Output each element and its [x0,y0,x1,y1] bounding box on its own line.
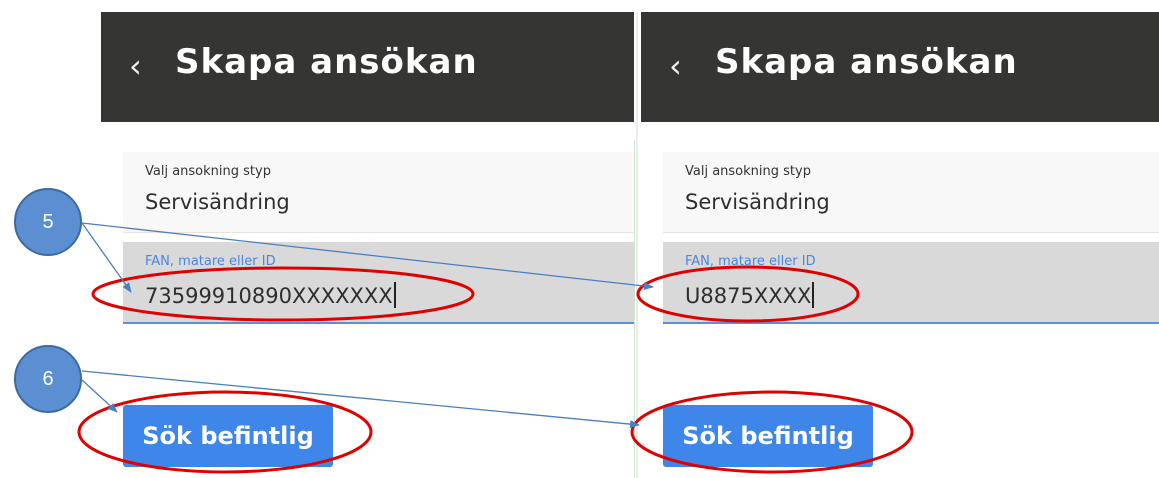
text-caret [812,282,815,308]
search-existing-button[interactable]: Sök befintlig [663,405,873,467]
page-title: Skapa ansökan [175,42,478,82]
application-type-select[interactable]: Valj ansokning styp Servisändring [663,152,1159,233]
id-input-value-wrap: U8875XXXX [685,282,815,308]
left-panel: ‹ Skapa ansökan Valj ansokning styp Serv… [101,12,634,478]
id-input-label: FAN, matare eller ID [145,254,276,269]
app-header: ‹ Skapa ansökan [101,12,634,122]
app-header: ‹ Skapa ansökan [641,12,1159,122]
application-type-label: Valj ansokning styp [145,164,271,179]
application-type-value: Servisändring [685,190,830,214]
panel-divider-accent [634,140,635,478]
id-input-label: FAN, matare eller ID [685,254,816,269]
id-input-value: 73599910890XXXXXXX [145,284,393,308]
id-input-value: U8875XXXX [685,284,812,308]
id-input-field[interactable]: FAN, matare eller ID 73599910890XXXXXXX [123,242,634,324]
panel-divider [636,12,638,478]
id-input-value-wrap: 73599910890XXXXXXX [145,282,396,308]
right-panel: ‹ Skapa ansökan Valj ansokning styp Serv… [641,12,1159,478]
search-existing-button[interactable]: Sök befintlig [123,405,333,467]
chevron-left-icon[interactable]: ‹ [669,48,682,84]
step-marker-5: 5 [14,188,82,256]
application-type-select[interactable]: Valj ansokning styp Servisändring [123,152,634,233]
application-type-label: Valj ansokning styp [685,164,811,179]
step-marker-6: 6 [14,345,82,413]
id-input-field[interactable]: FAN, matare eller ID U8875XXXX [663,242,1159,324]
text-caret [393,282,396,308]
screenshot-stage: ‹ Skapa ansökan Valj ansokning styp Serv… [0,0,1159,478]
application-type-value: Servisändring [145,190,290,214]
page-title: Skapa ansökan [715,42,1018,82]
chevron-left-icon[interactable]: ‹ [129,48,142,84]
